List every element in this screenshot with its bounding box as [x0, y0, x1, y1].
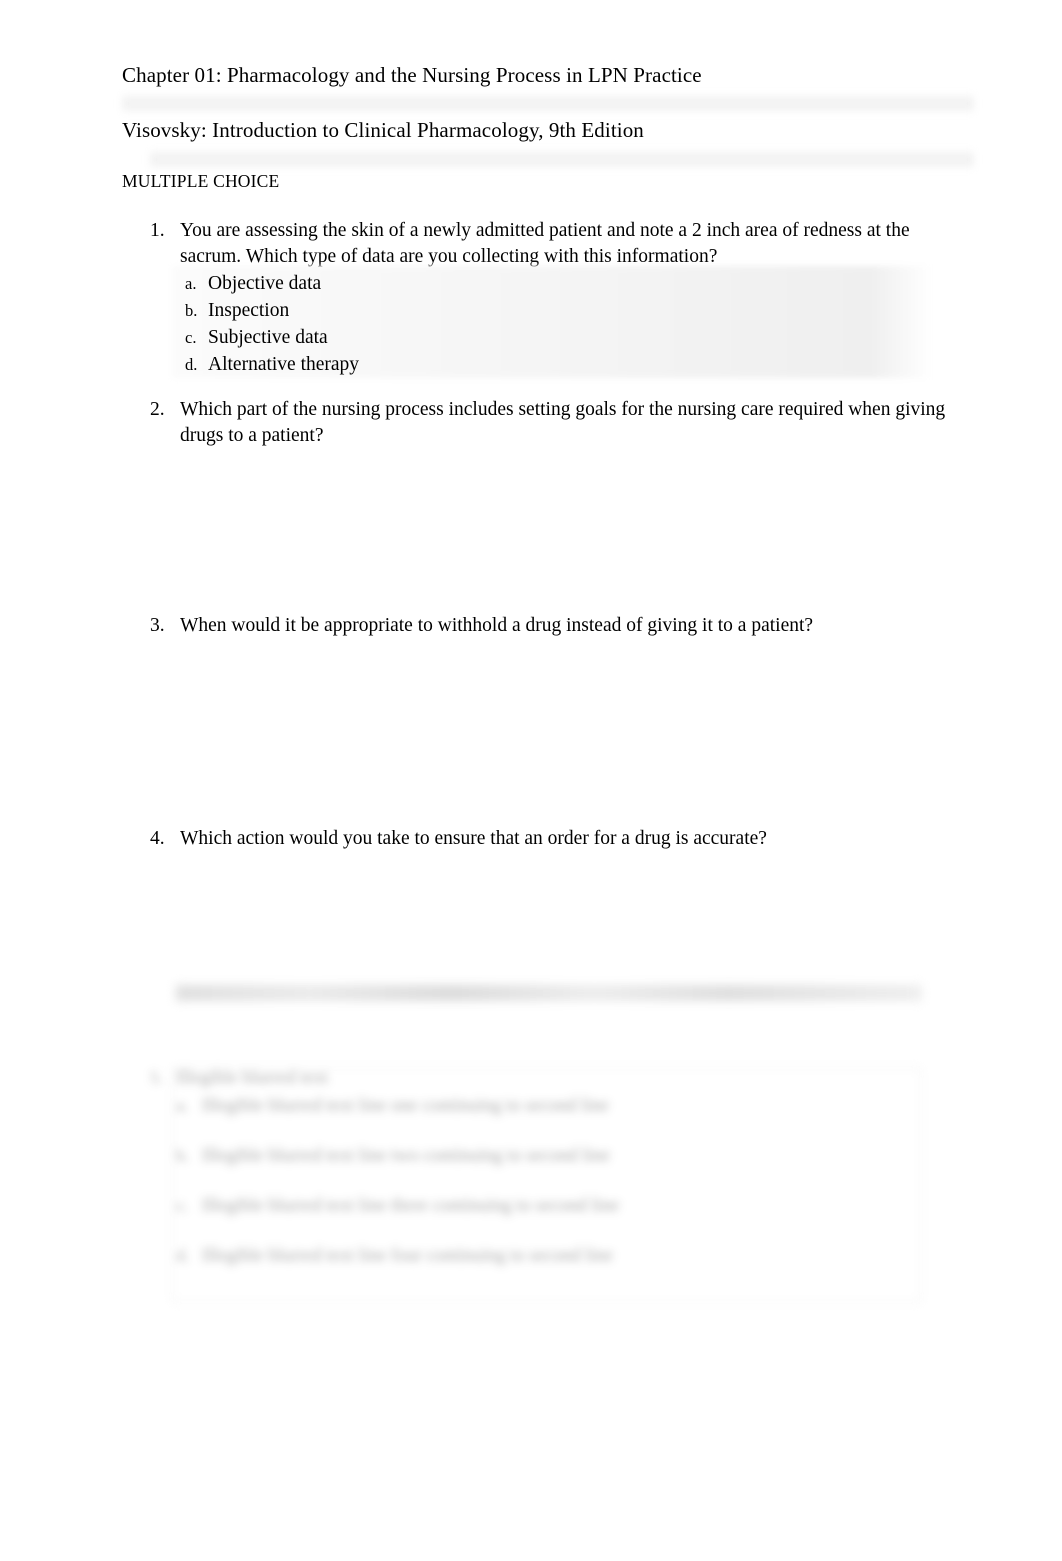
blurred-question-text: Illegible blurred text — [176, 1068, 329, 1088]
blurred-option-text: Illegible blurred text line one continui… — [202, 1096, 609, 1116]
question-number: 1. — [150, 220, 165, 241]
option-text: Alternative therapy — [208, 354, 360, 375]
chapter-title: Chapter 01: Pharmacology and the Nursing… — [122, 63, 702, 87]
option-item-b[interactable]: b. Inspection — [180, 297, 962, 324]
blurred-question-number: 5. — [150, 1068, 163, 1087]
question-text: When would it be appropriate to withhold… — [180, 615, 814, 636]
question-text: Which action would you take to ensure th… — [180, 828, 767, 849]
blurred-band-lower — [150, 152, 974, 167]
question-item-4: 4. Which action would you take to ensure… — [150, 826, 962, 852]
blurred-band-upper — [122, 96, 974, 111]
option-letter: c. — [185, 328, 197, 347]
question-stem-row: 3. When would it be appropriate to withh… — [150, 613, 962, 639]
question-text: Which part of the nursing process includ… — [180, 399, 946, 446]
question-stem-row: 2. Which part of the nursing process inc… — [150, 397, 962, 448]
blurred-option-letter: b. — [176, 1146, 189, 1165]
blurred-text-strip — [176, 985, 922, 1001]
option-list: a. Objective data b. Inspection c. Subje… — [172, 266, 962, 378]
question-item-3: 3. When would it be appropriate to withh… — [150, 613, 962, 639]
question-item-1: 1. You are assessing the skin of a newly… — [150, 218, 962, 378]
option-text: Inspection — [208, 300, 290, 321]
blurred-option-text: Illegible blurred text line three contin… — [202, 1196, 620, 1216]
question-number: 4. — [150, 828, 165, 849]
option-letter: a. — [185, 274, 197, 293]
blurred-option-item-a: a. Illegible blurred text line one conti… — [176, 1094, 910, 1119]
question-number: 3. — [150, 615, 165, 636]
blurred-question-stem-row: 5. Illegible blurred text — [150, 1066, 910, 1091]
blurred-option-item-b: b. Illegible blurred text line two conti… — [176, 1144, 910, 1169]
blurred-option-letter: a. — [176, 1096, 188, 1115]
question-stem-row: 1. You are assessing the skin of a newly… — [150, 218, 962, 269]
option-item-d[interactable]: d. Alternative therapy — [180, 351, 962, 378]
document-page: Chapter 01: Pharmacology and the Nursing… — [0, 0, 1062, 1561]
blurred-option-text: Illegible blurred text line two continui… — [202, 1146, 610, 1166]
blurred-option-item-c: c. Illegible blurred text line three con… — [176, 1194, 910, 1219]
option-text: Subjective data — [208, 327, 328, 348]
option-item-a[interactable]: a. Objective data — [180, 270, 962, 297]
option-item-c[interactable]: c. Subjective data — [180, 324, 962, 351]
option-letter: b. — [185, 301, 198, 320]
question-text: You are assessing the skin of a newly ad… — [180, 220, 910, 267]
question-number: 2. — [150, 399, 165, 420]
option-text: Objective data — [208, 273, 322, 294]
question-item-2: 2. Which part of the nursing process inc… — [150, 397, 962, 448]
question-stem-row: 4. Which action would you take to ensure… — [150, 826, 962, 852]
blurred-option-item-d: d. Illegible blurred text line four cont… — [176, 1244, 910, 1269]
edition-title: Visovsky: Introduction to Clinical Pharm… — [122, 118, 644, 142]
blurred-option-letter: d. — [176, 1246, 189, 1265]
blurred-question-5-block: 5. Illegible blurred text a. Illegible b… — [150, 1058, 925, 1310]
option-letter: d. — [185, 355, 198, 374]
blurred-option-text: Illegible blurred text line four continu… — [202, 1246, 614, 1266]
section-label: MULTIPLE CHOICE — [122, 171, 280, 191]
blurred-option-letter: c. — [176, 1196, 188, 1215]
